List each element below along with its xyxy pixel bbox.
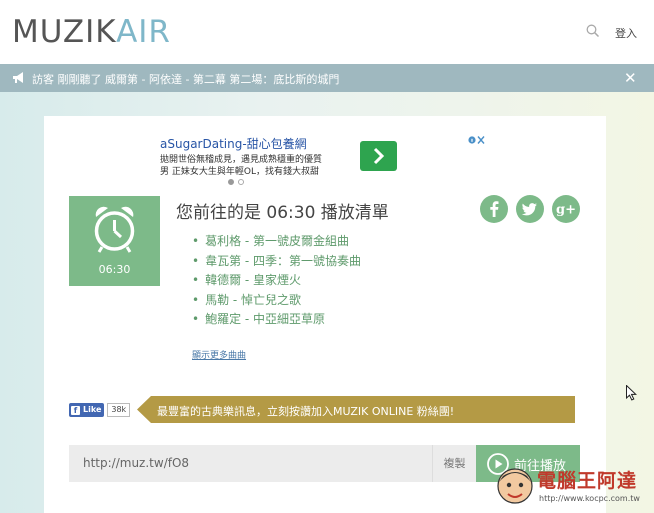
track-title: 韋瓦第 - 四季：第一號協奏曲 [205,253,362,268]
alarm-clock-icon [94,206,135,253]
login-link[interactable]: 登入 [615,25,637,41]
fan-page-promo-banner[interactable]: 最豐富的古典樂訊息，立刻按讚加入MUZIK ONLINE 粉絲團! [137,396,575,423]
mouse-cursor-icon [626,385,637,401]
watermark-title: 電腦王阿達 [537,470,638,492]
promo-text: 最豐富的古典樂訊息，立刻按讚加入MUZIK ONLINE 粉絲團! [157,405,455,418]
ad-title[interactable]: aSugarDating-甜心包養網 [160,135,307,152]
watermark-url: http://www.kocpc.com.tw [539,494,640,503]
carousel-dots [228,170,248,189]
carousel-dot[interactable] [238,179,244,185]
ad-go-button[interactable] [360,141,397,171]
facebook-like-widget: f Like 38k [69,403,131,417]
track-title: 鮑羅定 - 中亞細亞草原 [205,312,326,327]
alarm-clock-tile: 06:30 [69,196,160,286]
search-icon[interactable] [586,24,600,38]
track-item[interactable]: • 葛利格 - 第一號皮爾金組曲 [192,232,361,252]
track-title: 馬勒 - 悼亡兒之歌 [205,292,302,307]
track-item[interactable]: • 馬勒 - 悼亡兒之歌 [192,291,361,311]
chevron-right-icon [373,147,385,165]
facebook-icon [490,201,499,217]
logo-text-muzik: MUZIK [12,14,117,50]
ad-info-icon[interactable] [468,135,486,145]
google-plus-icon: g+ [556,203,576,218]
copy-button[interactable]: 複製 [432,445,476,482]
facebook-like-label: Like [83,405,102,414]
track-item[interactable]: • 鮑羅定 - 中亞細亞草原 [192,310,361,330]
notice-text: 訪客 剛剛聽了 威爾第 - 阿依達 - 第二幕 第二場：底比斯的城門 [32,73,340,86]
ad-banner[interactable]: aSugarDating-甜心包養網 拋開世俗無稽成見，遇見成熟穩重的優質 男 … [160,133,490,181]
facebook-like-button[interactable]: f Like [69,403,105,417]
track-item[interactable]: • 韋瓦第 - 四季：第一號協奏曲 [192,252,361,272]
megaphone-icon [13,72,23,83]
share-twitter-button[interactable] [516,195,544,223]
playlist-card: aSugarDating-甜心包養網 拋開世俗無稽成見，遇見成熟穩重的優質 男 … [44,116,606,513]
show-more-tracks-link[interactable]: 顯示更多曲曲 [192,348,246,361]
mascot-icon [497,468,533,504]
carousel-dot-active[interactable] [228,179,234,185]
track-title: 葛利格 - 第一號皮爾金組曲 [205,234,350,248]
track-item[interactable]: • 韓德爾 - 皇家煙火 [192,271,361,291]
short-url-field[interactable]: http://muz.tw/fO8 [69,445,432,482]
recent-listen-notice: 訪客 剛剛聽了 威爾第 - 阿依達 - 第二幕 第二場：底比斯的城門 ✕ [0,64,654,92]
svg-text:g+: g+ [556,203,576,218]
share-google-plus-button[interactable]: g+ [552,195,580,223]
site-watermark: 電腦王阿達 http://www.kocpc.com.tw [493,462,653,512]
close-icon[interactable]: ✕ [624,69,637,87]
site-logo[interactable]: MUZIKAIR [12,14,171,50]
logo-text-air: AIR [116,14,171,50]
track-list: • 葛利格 - 第一號皮爾金組曲 • 韋瓦第 - 四季：第一號協奏曲 • 韓德爾 - … [192,232,361,330]
site-header: MUZIKAIR 登入 [0,0,654,64]
clock-time: 06:30 [98,263,131,276]
facebook-like-count: 38k [107,403,131,417]
twitter-icon [521,203,537,216]
playlist-title: 您前往的是 06:30 播放清單 [176,203,389,223]
share-facebook-button[interactable] [480,195,508,223]
facebook-f-icon: f [71,405,80,415]
track-title: 韓德爾 - 皇家煙火 [205,273,302,288]
